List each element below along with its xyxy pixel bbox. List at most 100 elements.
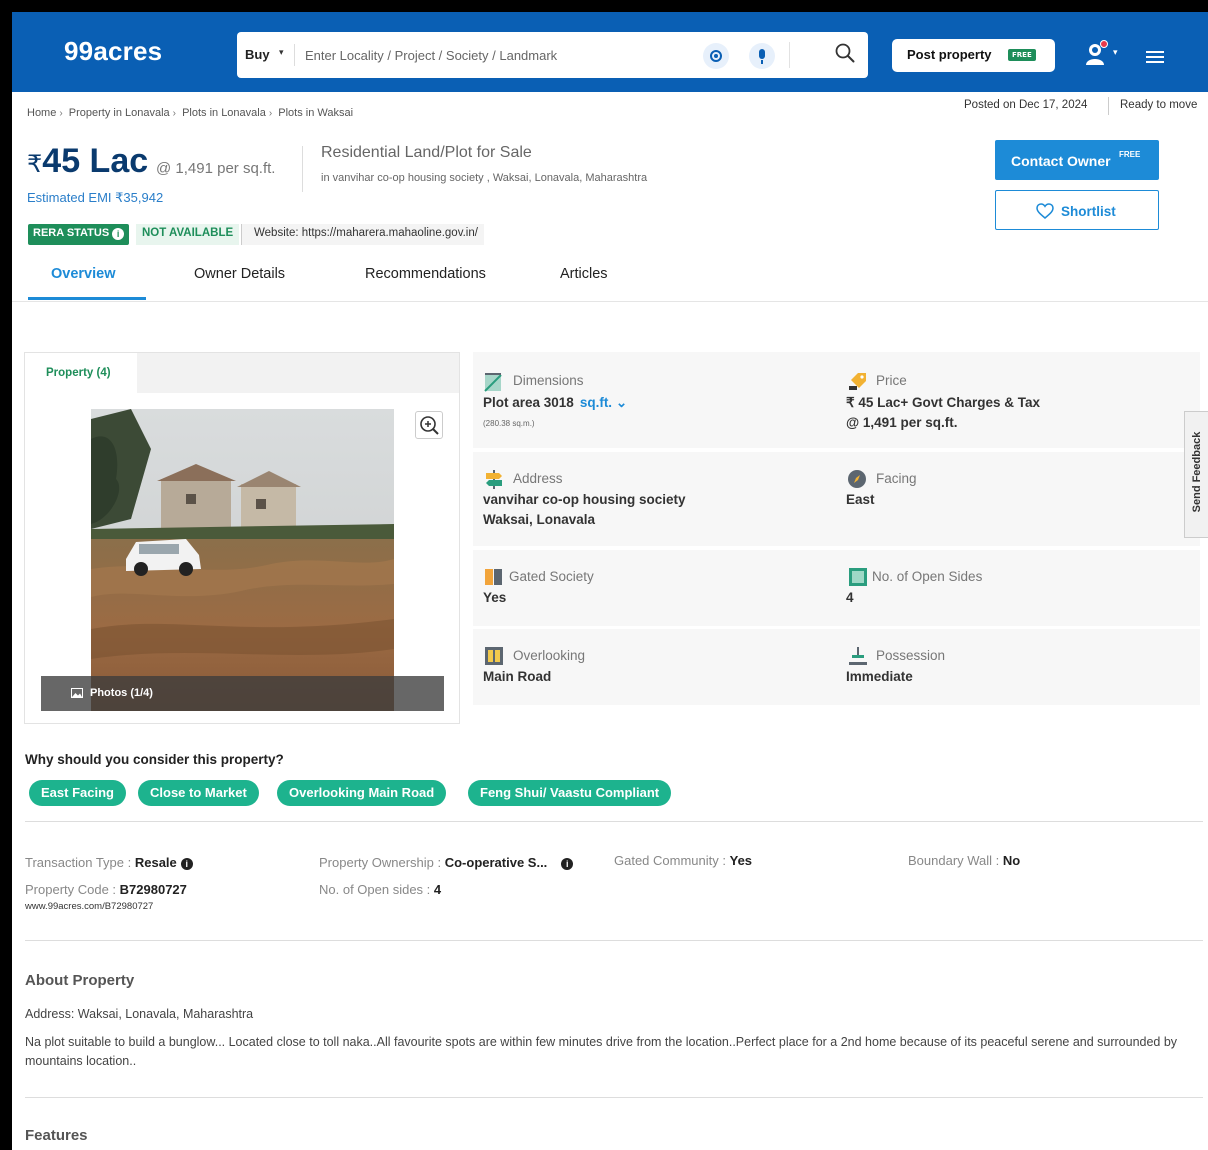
boundary-wall: Boundary Wall : No <box>908 853 1020 868</box>
transaction-type-value: Resale <box>134 855 177 870</box>
site-logo[interactable]: 99acres <box>64 36 162 67</box>
possession-value: Immediate <box>846 669 913 684</box>
dimensions-sqm: (280.38 sq.m.) <box>483 419 535 428</box>
details-row-4: Overlooking Main Road Possession Immedia… <box>473 629 1200 705</box>
signpost-icon <box>486 470 502 489</box>
overlooking-icon <box>485 647 503 665</box>
price-per-sqft: @ 1,491 per sq.ft. <box>156 160 276 177</box>
emi-link[interactable]: Estimated EMI ₹35,942 <box>27 190 163 206</box>
listing-price: ₹45 Lac <box>27 142 148 181</box>
property-photo[interactable] <box>91 409 394 711</box>
gallery-tabbar: Property (4) <box>25 353 459 393</box>
price-per-sqft-detail: @ 1,491 per sq.ft. <box>846 415 958 430</box>
rera-label: RERA STATUS <box>33 227 110 239</box>
post-property-label: Post property <box>907 47 992 62</box>
shortlist-button[interactable]: Shortlist <box>995 190 1159 230</box>
section-tabs: Overview Owner Details Recommendations A… <box>12 262 1208 302</box>
search-type-dropdown[interactable]: Buy <box>245 47 270 62</box>
photos-counter-bar[interactable]: Photos (1/4) <box>41 676 444 711</box>
send-feedback-label: Send Feedback <box>1191 431 1203 513</box>
search-input[interactable] <box>305 44 685 66</box>
search-bar: Buy ▾ <box>237 32 868 78</box>
transaction-type: Transaction Type : Resale i <box>25 855 193 870</box>
photo-gallery: Property (4) Photos (1/4) <box>24 352 460 724</box>
info-icon[interactable]: i <box>180 858 193 870</box>
microphone-icon[interactable] <box>749 43 775 69</box>
property-details-grid: Dimensions Plot area 3018 sq.ft. ⌄ (280.3… <box>473 352 1200 705</box>
property-type: Residential Land/Plot for Sale <box>321 144 532 161</box>
about-heading: About Property <box>25 972 135 989</box>
breadcrumb-property-lonavala[interactable]: Property in Lonavala <box>69 107 170 119</box>
highlight-chip[interactable]: East Facing <box>29 780 126 806</box>
tab-articles[interactable]: Articles <box>560 266 608 282</box>
zoom-in-icon <box>420 416 439 435</box>
price-tag-icon <box>849 373 866 390</box>
divider <box>1108 97 1109 115</box>
posted-date: Posted on Dec 17, 2024 <box>964 99 1088 111</box>
search-icon[interactable] <box>835 43 855 63</box>
search-divider <box>789 42 790 68</box>
about-description: Na plot suitable to build a bunglow... L… <box>25 1035 1178 1068</box>
tab-owner-details[interactable]: Owner Details <box>194 266 285 282</box>
facing-value: East <box>846 492 875 507</box>
breadcrumb-plots-lonavala[interactable]: Plots in Lonavala <box>182 107 266 119</box>
chevron-down-icon[interactable]: ▾ <box>1113 48 1118 58</box>
rera-value: NOT AVAILABLE <box>136 224 240 245</box>
chevron-down-icon: ⌄ <box>615 395 628 410</box>
window-frame-top <box>0 0 1208 12</box>
boundary-wall-label: Boundary Wall : <box>908 853 1003 868</box>
ownership-label: Property Ownership : <box>319 855 445 870</box>
compass-icon <box>848 470 866 488</box>
property-url[interactable]: www.99acres.com/B72980727 <box>25 901 153 912</box>
details-row-2-right: Facing East <box>837 452 1200 546</box>
notification-dot <box>1100 40 1108 48</box>
open-sides-label: No. of Open Sides <box>872 569 983 584</box>
hamburger-menu-icon[interactable] <box>1146 51 1164 63</box>
features-heading: Features <box>25 1127 88 1144</box>
shortlist-label: Shortlist <box>1061 204 1116 219</box>
rera-website[interactable]: Website: https://maharera.mahaoline.gov.… <box>241 224 484 245</box>
transaction-type-label: Transaction Type : <box>25 855 135 870</box>
tab-overview[interactable]: Overview <box>51 266 116 282</box>
dimensions-value: Plot area 3018 sq.ft. ⌄ <box>483 395 627 411</box>
dimensions-icon <box>484 373 502 392</box>
possession-icon <box>849 647 867 665</box>
price-amount: 45 Lac <box>42 142 149 180</box>
breadcrumb: Home › Property in Lonavala › Plots in Lon… <box>27 107 354 119</box>
info-icon[interactable]: i <box>561 858 574 870</box>
possession-status: Ready to move <box>1120 99 1198 111</box>
locate-me-icon[interactable] <box>703 43 729 69</box>
open-sides-value: 4 <box>846 590 854 605</box>
breadcrumb-plots-waksai[interactable]: Plots in Waksai <box>278 107 353 119</box>
tab-recommendations[interactable]: Recommendations <box>365 266 486 282</box>
info-icon[interactable]: i <box>112 228 125 240</box>
contact-owner-button[interactable]: Contact Owner FREE <box>995 140 1159 180</box>
rera-status-badge[interactable]: RERA STATUS i <box>28 224 130 245</box>
open-sides-meta-value: 4 <box>433 882 442 897</box>
boundary-wall-value: No <box>1002 853 1021 868</box>
gated-community-value: Yes <box>729 853 753 868</box>
gated-community: Gated Community : Yes <box>614 853 752 868</box>
highlight-chip[interactable]: Close to Market <box>138 780 259 806</box>
zoom-in-button[interactable] <box>415 411 443 439</box>
image-icon <box>71 688 83 698</box>
plot-area: Plot area 3018 <box>483 395 574 410</box>
highlight-chip[interactable]: Feng Shui/ Vaastu Compliant <box>468 780 672 806</box>
unit-selector[interactable]: sq.ft. ⌄ <box>580 395 627 410</box>
post-property-button[interactable]: Post property FREE <box>892 39 1055 72</box>
free-badge: FREE <box>1119 150 1141 159</box>
address-line-1: vanvihar co-op housing society <box>483 492 686 507</box>
details-row-2-left: Address vanvihar co-op housing society W… <box>473 452 837 546</box>
gallery-tab-label: Property (4) <box>46 367 111 379</box>
consider-heading: Why should you consider this property? <box>25 752 284 767</box>
property-code: Property Code : B72980727 <box>25 882 187 897</box>
property-location: in vanvihar co-op housing society , Waks… <box>321 172 648 184</box>
chevron-down-icon[interactable]: ▾ <box>279 48 284 58</box>
highlight-chip[interactable]: Overlooking Main Road <box>277 780 447 806</box>
gallery-tab-property[interactable]: Property (4) <box>25 353 137 393</box>
contact-owner-label: Contact Owner <box>1011 153 1111 169</box>
breadcrumb-home[interactable]: Home <box>27 107 56 119</box>
send-feedback-tab[interactable]: Send Feedback <box>1184 411 1208 538</box>
active-tab-indicator <box>28 297 146 300</box>
overlooking-label: Overlooking <box>513 648 586 663</box>
